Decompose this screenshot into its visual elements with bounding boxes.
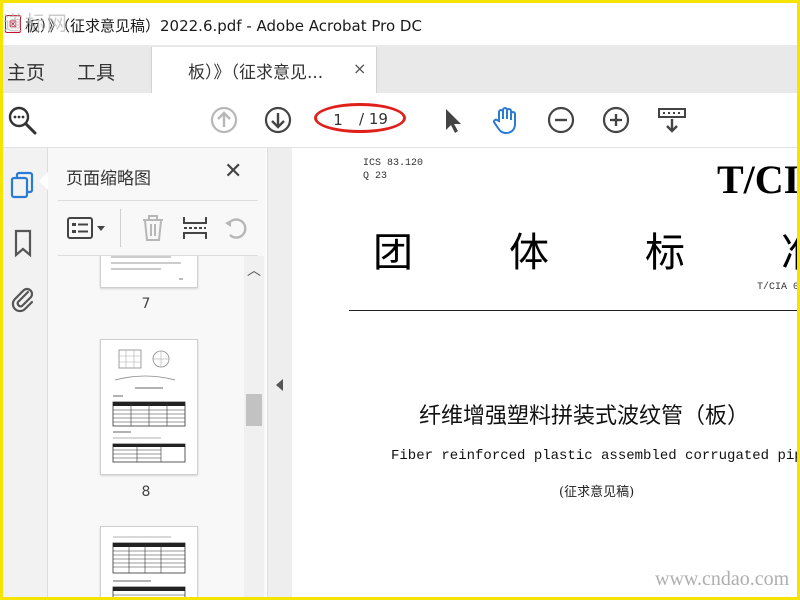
- title-bar: ⊠ 板）》（征求意见稿）2022.6.pdf - Adobe Acrobat P…: [3, 3, 797, 45]
- thumbnail-page-8[interactable]: [100, 339, 198, 475]
- doc-q-code: Q 23: [363, 171, 388, 182]
- thumbnail-options-icon[interactable]: [66, 213, 110, 243]
- window-title: 板）》（征求意见稿）2022.6.pdf - Adobe Acrobat Pro…: [25, 17, 422, 35]
- acrobat-window: ⊠ 板）》（征求意见稿）2022.6.pdf - Adobe Acrobat P…: [3, 3, 797, 597]
- doc-title-cn: 纤维增强塑料拼装式波纹管（板）: [419, 404, 750, 429]
- close-tab-icon[interactable]: ×: [353, 59, 366, 78]
- insert-page-icon[interactable]: [180, 213, 210, 243]
- panel-title: 页面缩略图: [66, 169, 151, 189]
- doc-standard-prefix: T/CI: [717, 157, 797, 202]
- search-icon[interactable]: [5, 103, 39, 137]
- toolbar-divider: [120, 209, 121, 247]
- page-up-icon[interactable]: [207, 103, 241, 137]
- doc-standard-code: T/CIA 00: [757, 282, 797, 293]
- scroll-mode-icon[interactable]: [655, 103, 689, 137]
- doc-title-en: Fiber reinforced plastic assembled corru…: [391, 448, 797, 464]
- zoom-out-icon[interactable]: [544, 103, 578, 137]
- doc-divider: [349, 310, 797, 311]
- zoom-in-icon[interactable]: [599, 103, 633, 137]
- panel-toolbar: [58, 200, 258, 256]
- watermark-url: www.cndao.com: [655, 568, 790, 590]
- document-page: ICS 83.120 Q 23 T/CI 团体标准 T/CIA 00 纤维增强塑…: [295, 148, 797, 597]
- select-arrow-icon[interactable]: [435, 103, 469, 137]
- menu-tools[interactable]: 工具: [77, 58, 115, 85]
- page-number-highlight: [314, 103, 406, 133]
- page-down-icon[interactable]: [261, 103, 295, 137]
- watermark-logo: 道标网: [3, 11, 69, 35]
- thumbnail-page-7[interactable]: [100, 256, 198, 288]
- doc-standard-type: 团体标准: [373, 230, 797, 276]
- attachments-icon[interactable]: [8, 284, 38, 314]
- panel-pointer: [39, 172, 48, 190]
- doc-ics-code: ICS 83.120: [363, 158, 424, 169]
- bookmarks-icon[interactable]: [8, 228, 38, 258]
- thumbnails-panel: 页面缩略图 ✕ 7 8 ︿: [39, 148, 266, 597]
- panel-splitter[interactable]: [267, 148, 292, 597]
- document-tab[interactable]: 板）》（征求意见... ×: [151, 47, 377, 93]
- scroll-up-icon[interactable]: ︿: [247, 260, 261, 280]
- navigation-rail: [3, 148, 48, 597]
- menu-home[interactable]: 主页: [7, 58, 45, 85]
- doc-draft-note: (征求意见稿): [559, 485, 635, 500]
- doc-ics: ICS 83.120 Q 23: [363, 157, 423, 183]
- document-tab-label: 板）》（征求意见...: [188, 63, 324, 83]
- rotate-page-icon[interactable]: [222, 213, 252, 243]
- close-panel-icon[interactable]: ✕: [224, 159, 242, 184]
- thumbnail-page-9[interactable]: [100, 526, 198, 597]
- scrollbar-thumb[interactable]: [246, 394, 262, 426]
- thumbnail-scrollbar[interactable]: ︿: [244, 256, 264, 597]
- thumbnail-page-number: 8: [141, 484, 151, 500]
- thumbnail-list: 7 8: [48, 256, 244, 597]
- collapse-panel-icon[interactable]: [276, 379, 283, 391]
- hand-tool-icon[interactable]: [489, 103, 523, 137]
- thumbnail-page-number: 7: [141, 296, 151, 312]
- page-thumbnails-icon[interactable]: [8, 170, 38, 200]
- tab-row: 主页 工具 板）》（征求意见... ×: [3, 45, 797, 94]
- delete-page-icon[interactable]: [138, 213, 168, 243]
